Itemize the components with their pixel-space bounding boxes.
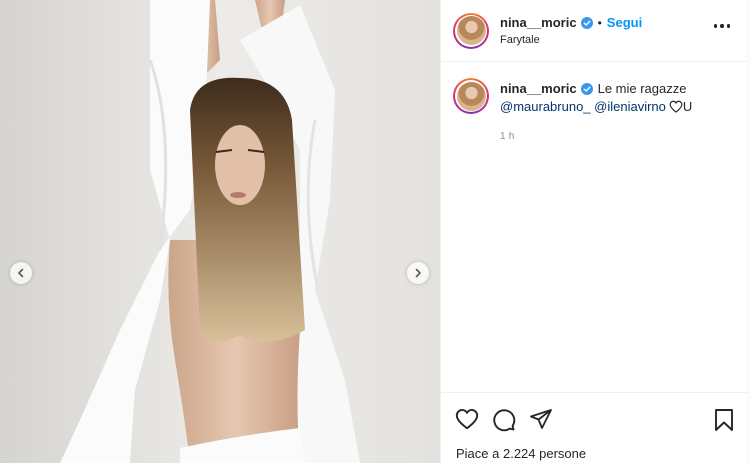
location-link[interactable]: Farytale: [500, 34, 642, 46]
more-horizontal-icon: [713, 24, 717, 28]
post-sidebar: nina__moric • Segui Farytale nina__moric…: [440, 0, 750, 463]
avatar[interactable]: [453, 12, 489, 49]
separator-dot: •: [597, 15, 602, 30]
previous-image-button[interactable]: [10, 262, 32, 284]
next-image-button[interactable]: [407, 262, 429, 284]
post-time[interactable]: 1 h: [500, 128, 692, 146]
caption-text: Le mie ragazze: [597, 81, 687, 96]
heart-emoji-icon: [669, 100, 683, 113]
avatar-image: [456, 81, 486, 111]
post-photo: [0, 0, 440, 463]
more-options-button[interactable]: [713, 24, 730, 28]
follow-button[interactable]: Segui: [607, 15, 642, 30]
post-media[interactable]: [0, 0, 440, 463]
caption-suffix: U: [682, 99, 693, 114]
chevron-left-icon: [18, 268, 24, 278]
instagram-post: nina__moric • Segui Farytale nina__moric…: [0, 0, 750, 463]
action-bar: [441, 392, 750, 440]
caption-comment: nina__moric Le mie ragazze @maurabruno_ …: [441, 62, 750, 146]
avatar-image: [456, 16, 486, 45]
caption-username-link[interactable]: nina__moric: [500, 80, 577, 98]
user-block: nina__moric • Segui Farytale: [500, 15, 642, 46]
caption-avatar[interactable]: [453, 78, 489, 114]
chevron-right-icon: [415, 268, 421, 278]
verified-badge-icon: [580, 16, 593, 29]
caption-text-block: nina__moric Le mie ragazze @maurabruno_ …: [500, 78, 692, 146]
verified-badge-icon: [580, 83, 593, 95]
likes-count[interactable]: Piace a 2.224 persone: [456, 446, 586, 461]
mention-link[interactable]: @maurabruno_: [500, 99, 591, 114]
bookmark-icon[interactable]: [714, 408, 734, 432]
mention-link[interactable]: @ileniavirno: [594, 99, 666, 114]
username-link[interactable]: nina__moric: [500, 15, 577, 30]
post-header: nina__moric • Segui Farytale: [441, 0, 750, 62]
comment-icon[interactable]: [492, 408, 516, 432]
paper-plane-icon[interactable]: [529, 408, 553, 430]
heart-icon[interactable]: [455, 408, 479, 430]
